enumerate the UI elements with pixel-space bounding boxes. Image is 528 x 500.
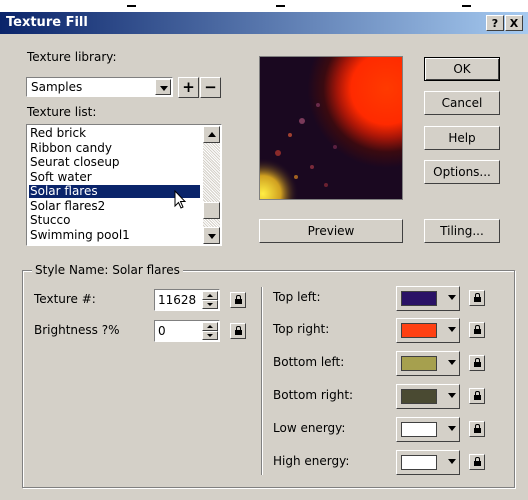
chevron-down-icon [160,86,168,91]
spin-up-icon [207,294,213,297]
color-swatch [401,356,437,371]
help-button[interactable]: Help [424,126,500,150]
chevron-down-icon [448,459,456,464]
list-scrollbar[interactable] [203,126,220,244]
lock-icon [235,295,242,304]
brightness-label: Brightness ?% [34,323,120,337]
texture-preview [259,56,403,200]
texture-list-item[interactable]: Red brick [29,127,200,140]
color-label: Top left: [273,290,321,304]
color-lock-button[interactable] [469,454,485,470]
lock-icon [474,457,481,466]
texture-library-label: Texture library: [27,50,117,64]
style-name-label: Style Name: Solar flares [32,263,183,277]
chevron-down-icon [448,360,456,365]
preview-button[interactable]: Preview [259,219,403,243]
tick-mark [127,5,136,7]
lock-icon [474,325,481,334]
tick-mark [462,5,471,7]
lock-icon [474,293,481,302]
brightness-down[interactable] [202,331,218,340]
color-picker-button[interactable] [396,286,460,311]
texture-listbox[interactable]: Red brick Ribbon candy Seurat closeup Soft … [26,124,222,246]
scroll-up-button[interactable] [203,126,220,143]
texture-number-value: 11628 [158,293,197,307]
texture-list-item[interactable]: Stucco [29,214,200,227]
color-label: High energy: [273,454,350,468]
scroll-thumb[interactable] [203,202,220,219]
color-lock-button[interactable] [469,322,485,338]
chevron-down-icon [448,327,456,332]
texture-number-field[interactable]: 11628 [154,289,220,311]
group-divider [261,287,262,475]
lock-icon [474,424,481,433]
color-lock-button[interactable] [469,388,485,404]
spin-down-icon [207,334,213,337]
brightness-field[interactable]: 0 [154,320,220,342]
lock-icon [235,326,242,335]
chevron-down-icon [448,426,456,431]
texture-number-down[interactable] [202,300,218,309]
texture-list-label: Texture list: [27,105,97,119]
color-label: Low energy: [273,421,346,435]
options-button[interactable]: Options... [424,160,500,184]
brightness-value: 0 [158,324,166,338]
color-label: Bottom left: [273,355,345,369]
color-picker-button[interactable] [396,318,460,343]
lock-icon [474,358,481,367]
scroll-down-button[interactable] [203,227,220,244]
chevron-down-icon [448,295,456,300]
color-swatch [401,422,437,437]
lock-icon [474,391,481,400]
dialog-title: Texture Fill [6,15,88,30]
close-button[interactable]: X [505,15,523,31]
texture-library-value: Samples [31,80,83,94]
color-picker-button[interactable] [396,417,460,442]
help-title-button[interactable]: ? [486,15,504,31]
tick-mark [276,5,285,7]
color-picker-button[interactable] [396,384,460,409]
brightness-lock-button[interactable] [230,323,246,339]
ok-button[interactable]: OK [424,57,500,81]
dropdown-arrow-button[interactable] [155,79,171,95]
chevron-up-icon [208,132,216,137]
color-swatch [401,455,437,470]
color-lock-button[interactable] [469,421,485,437]
texture-list-item[interactable]: Soft water [29,170,200,184]
texture-list-item[interactable]: Swimming pool1 [29,228,200,242]
texture-lock-button[interactable] [230,292,246,308]
color-lock-button[interactable] [469,290,485,306]
texture-number-up[interactable] [202,291,218,300]
texture-list-item[interactable]: Ribbon candy [29,141,200,155]
remove-texture-button[interactable]: − [200,77,221,98]
color-swatch [401,389,437,404]
texture-preview-image [260,57,402,199]
chevron-down-icon [208,234,216,239]
color-label: Bottom right: [273,388,354,402]
add-texture-button[interactable]: + [178,77,199,98]
spin-down-icon [207,303,213,306]
spin-up-icon [207,325,213,328]
cancel-button[interactable]: Cancel [424,91,500,115]
chevron-down-icon [448,393,456,398]
brightness-up[interactable] [202,322,218,331]
texture-number-label: Texture #: [34,292,96,306]
color-picker-button[interactable] [396,450,460,475]
color-picker-button[interactable] [396,351,460,376]
texture-library-dropdown[interactable]: Samples [26,77,173,97]
tiling-button[interactable]: Tiling... [424,219,500,243]
texture-list-item[interactable]: Seurat closeup [29,156,200,169]
color-lock-button[interactable] [469,355,485,371]
color-swatch [401,323,437,338]
mouse-cursor-icon [174,190,187,209]
color-label: Top right: [273,322,330,336]
color-swatch [401,291,437,306]
